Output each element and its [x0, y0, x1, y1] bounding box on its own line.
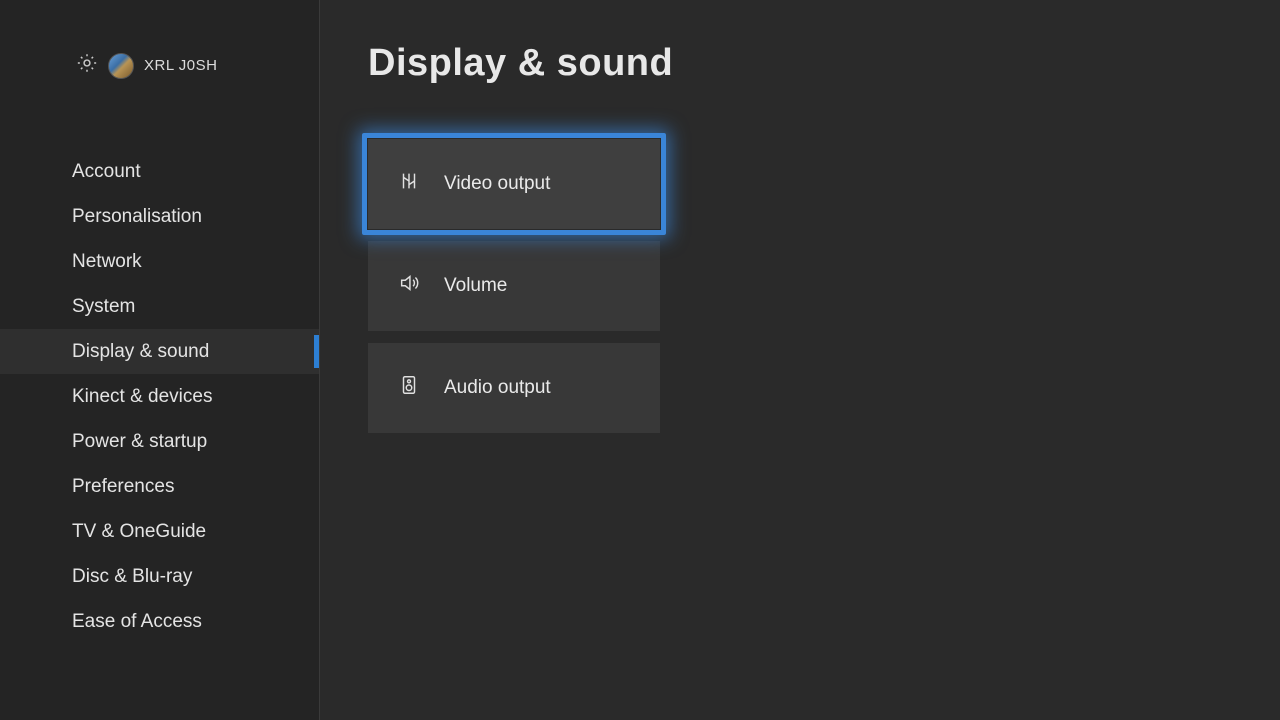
video-output-icon [398, 170, 420, 198]
avatar [108, 53, 134, 79]
sidebar-item-personalisation[interactable]: Personalisation [0, 194, 319, 239]
tile-video-output[interactable]: Video output [368, 139, 660, 229]
audio-output-icon [398, 374, 420, 402]
sidebar-item-disc-bluray[interactable]: Disc & Blu-ray [0, 554, 319, 599]
tile-label: Volume [444, 275, 507, 297]
volume-icon [398, 272, 420, 300]
sidebar-item-power-startup[interactable]: Power & startup [0, 419, 319, 464]
sidebar-item-account[interactable]: Account [0, 149, 319, 194]
sidebar-item-label: Power & startup [72, 431, 207, 452]
sidebar-item-label: Ease of Access [72, 611, 202, 632]
page-title: Display & sound [368, 42, 1280, 85]
sidebar-item-label: Display & sound [72, 341, 209, 362]
settings-nav: Account Personalisation Network System D… [0, 149, 319, 644]
sidebar-item-label: Network [72, 251, 142, 272]
sidebar-item-network[interactable]: Network [0, 239, 319, 284]
sidebar-item-kinect-devices[interactable]: Kinect & devices [0, 374, 319, 419]
tile-volume[interactable]: Volume [368, 241, 660, 331]
sidebar-item-preferences[interactable]: Preferences [0, 464, 319, 509]
sidebar-item-label: System [72, 296, 135, 317]
profile-row: XRL J0SH [0, 52, 319, 79]
tile-list: Video output Volume Audio output [368, 139, 660, 433]
tile-label: Video output [444, 173, 550, 195]
sidebar-item-label: Account [72, 161, 141, 182]
sidebar-item-label: Preferences [72, 476, 174, 497]
sidebar-item-system[interactable]: System [0, 284, 319, 329]
username: XRL J0SH [144, 57, 217, 74]
sidebar-item-display-sound[interactable]: Display & sound [0, 329, 319, 374]
sidebar-item-tv-oneguide[interactable]: TV & OneGuide [0, 509, 319, 554]
sidebar-item-label: TV & OneGuide [72, 521, 206, 542]
settings-main: Display & sound Video output Volume [320, 0, 1280, 720]
tile-audio-output[interactable]: Audio output [368, 343, 660, 433]
gear-icon [76, 52, 98, 79]
sidebar-item-label: Disc & Blu-ray [72, 566, 192, 587]
tile-label: Audio output [444, 377, 551, 399]
sidebar-item-ease-of-access[interactable]: Ease of Access [0, 599, 319, 644]
sidebar-item-label: Kinect & devices [72, 386, 212, 407]
settings-sidebar: XRL J0SH Account Personalisation Network… [0, 0, 320, 720]
sidebar-item-label: Personalisation [72, 206, 202, 227]
tile-focus-ring: Video output [362, 133, 666, 235]
